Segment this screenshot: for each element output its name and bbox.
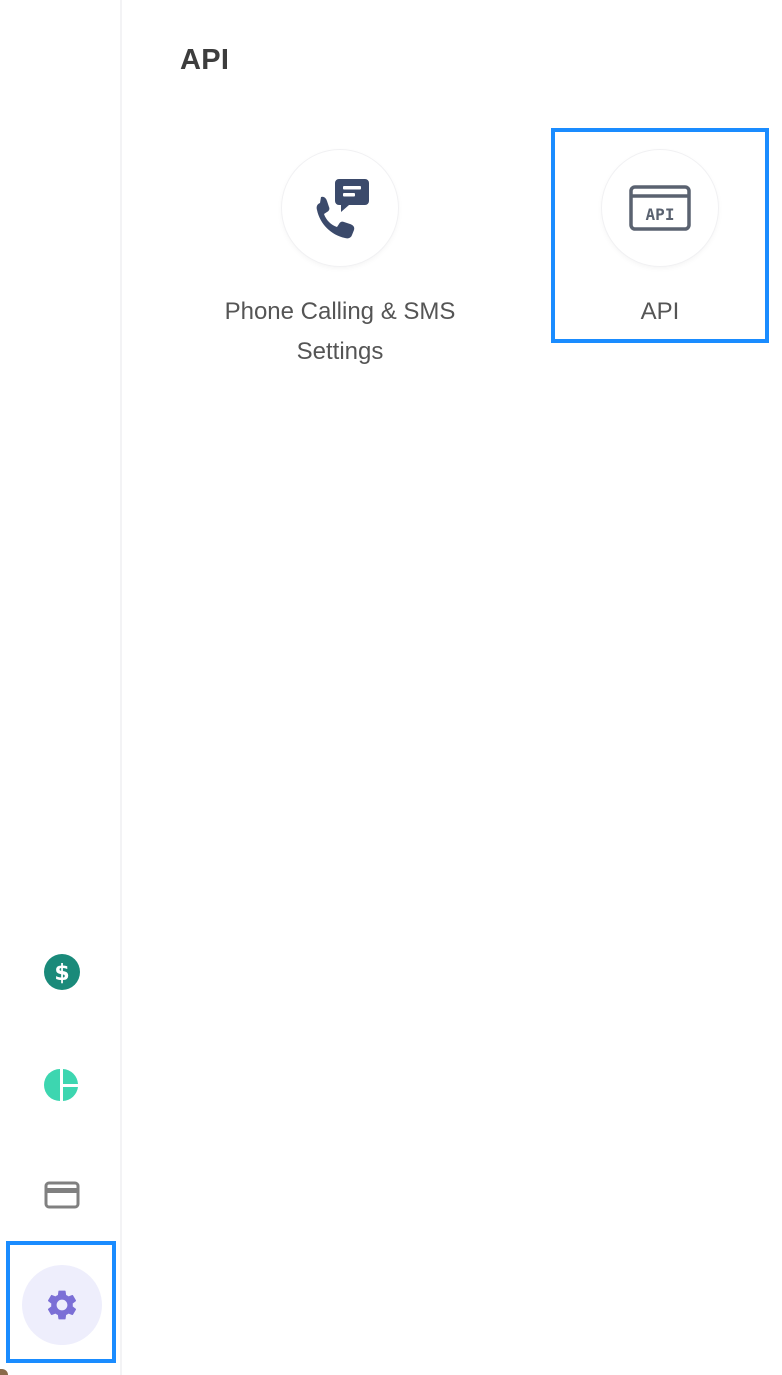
sidebar-item-payments[interactable] bbox=[22, 1155, 102, 1235]
tile-icon-circle bbox=[282, 150, 398, 266]
credit-card-icon bbox=[44, 1181, 80, 1209]
tile-phone-calling-sms-settings[interactable]: Phone Calling & SMS Settings bbox=[190, 150, 490, 372]
dollar-icon: $ bbox=[44, 954, 80, 990]
svg-text:$: $ bbox=[54, 961, 69, 986]
phone-message-icon bbox=[316, 179, 369, 239]
gear-icon bbox=[47, 1290, 77, 1320]
sidebar-item-settings[interactable] bbox=[22, 1265, 102, 1345]
sidebar: $ bbox=[0, 0, 122, 1375]
tile-icon-circle: API bbox=[602, 150, 718, 266]
pie-chart-icon bbox=[44, 1069, 78, 1101]
sidebar-item-reports[interactable] bbox=[22, 1045, 102, 1125]
api-icon: API bbox=[629, 185, 691, 231]
tile-label: API bbox=[640, 298, 680, 325]
svg-text:API: API bbox=[646, 205, 675, 224]
main-content: API Phone Calling & SMS Settings API API bbox=[122, 0, 782, 1375]
sidebar-item-billing[interactable]: $ bbox=[22, 932, 102, 1012]
tile-api[interactable]: API API bbox=[510, 150, 782, 332]
tile-label: Phone Calling & SMS Settings bbox=[224, 298, 456, 365]
page-title: API bbox=[180, 44, 230, 76]
window-corner bbox=[0, 1369, 8, 1375]
